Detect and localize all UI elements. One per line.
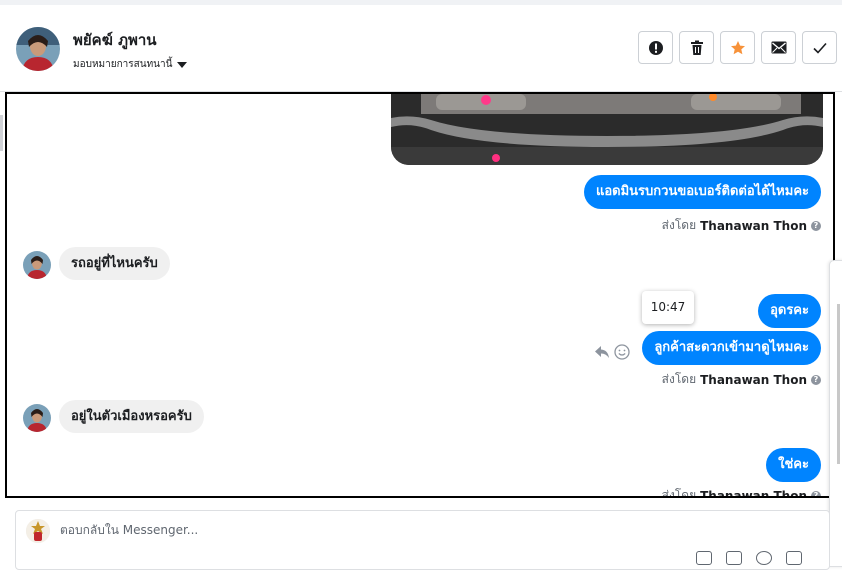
sent-by-label: ส่งโดย Thanawan Thon ? bbox=[662, 216, 821, 235]
reply-input[interactable] bbox=[60, 523, 660, 537]
trash-icon bbox=[690, 40, 703, 55]
page-avatar bbox=[26, 519, 50, 543]
header-actions bbox=[638, 31, 837, 64]
info-icon[interactable]: ? bbox=[811, 490, 821, 496]
contact-avatar-small[interactable] bbox=[23, 251, 51, 279]
conversation-header: พยัคฆ์ ภูพาน มอบหมายการสนทนานี้ bbox=[0, 5, 842, 92]
contact-avatar[interactable] bbox=[16, 27, 60, 71]
mark-unread-button[interactable] bbox=[761, 31, 796, 64]
emoji-reaction-icon[interactable] bbox=[614, 344, 630, 360]
assign-conversation-dropdown[interactable]: มอบหมายการสนทนานี้ bbox=[73, 57, 188, 72]
sent-by-prefix: ส่งโดย bbox=[661, 372, 697, 386]
emoji-icon[interactable] bbox=[756, 551, 772, 565]
outgoing-message[interactable]: แอดมินรบกวนขอเบอร์ติดต่อได้ไหมคะ bbox=[583, 175, 821, 209]
star-icon bbox=[730, 40, 745, 54]
contact-avatar-small[interactable] bbox=[23, 404, 51, 432]
side-panel-scrollbar[interactable] bbox=[837, 304, 840, 464]
image-icon[interactable] bbox=[726, 551, 742, 565]
outgoing-message[interactable]: อุดรคะ bbox=[758, 294, 821, 328]
left-scroll-indicator bbox=[0, 115, 3, 151]
sent-by-prefix: ส่งโดย bbox=[661, 488, 697, 498]
contact-name[interactable]: พยัคฆ์ ภูพาน bbox=[73, 28, 157, 52]
caret-down-icon bbox=[177, 61, 188, 68]
outgoing-message[interactable]: ใช่คะ bbox=[766, 448, 821, 482]
delete-button[interactable] bbox=[679, 31, 714, 64]
attachment-image[interactable] bbox=[391, 94, 823, 165]
reply-composer bbox=[15, 510, 830, 570]
mark-done-button[interactable] bbox=[802, 31, 837, 64]
mail-icon bbox=[771, 41, 786, 54]
attachment-icon[interactable] bbox=[696, 551, 712, 565]
sent-by-label: ส่งโดย Thanawan Thon ? bbox=[661, 486, 821, 498]
composer-tools bbox=[696, 551, 802, 565]
message-thread[interactable]: แอดมินรบกวนขอเบอร์ติดต่อได้ไหมคะ ส่งโดย … bbox=[5, 92, 835, 498]
saved-replies-icon[interactable] bbox=[786, 551, 802, 565]
sender-name: Thanawan Thon bbox=[700, 488, 807, 498]
timestamp-tooltip: 10:47 bbox=[642, 291, 694, 324]
spam-icon bbox=[648, 40, 663, 55]
side-panel-edge[interactable] bbox=[829, 260, 842, 567]
mark-spam-button[interactable] bbox=[638, 31, 673, 64]
sender-name: Thanawan Thon bbox=[700, 218, 807, 233]
outgoing-message[interactable]: ลูกค้าสะดวกเข้ามาดูไหมคะ bbox=[642, 331, 821, 365]
reply-icon[interactable] bbox=[594, 345, 610, 359]
incoming-message[interactable]: รถอยู่ที่ไหนครับ bbox=[59, 247, 170, 280]
sent-by-prefix: ส่งโดย bbox=[661, 218, 697, 232]
info-icon[interactable]: ? bbox=[811, 220, 821, 231]
sender-name: Thanawan Thon bbox=[700, 372, 807, 387]
star-button[interactable] bbox=[720, 31, 755, 64]
incoming-message[interactable]: อยู่ในตัวเมืองหรอครับ bbox=[59, 400, 204, 433]
info-icon[interactable]: ? bbox=[811, 374, 821, 385]
sent-by-label: ส่งโดย Thanawan Thon ? bbox=[662, 370, 821, 389]
check-icon bbox=[812, 42, 827, 54]
assign-label: มอบหมายการสนทนานี้ bbox=[73, 59, 173, 70]
message-tools bbox=[594, 344, 630, 360]
